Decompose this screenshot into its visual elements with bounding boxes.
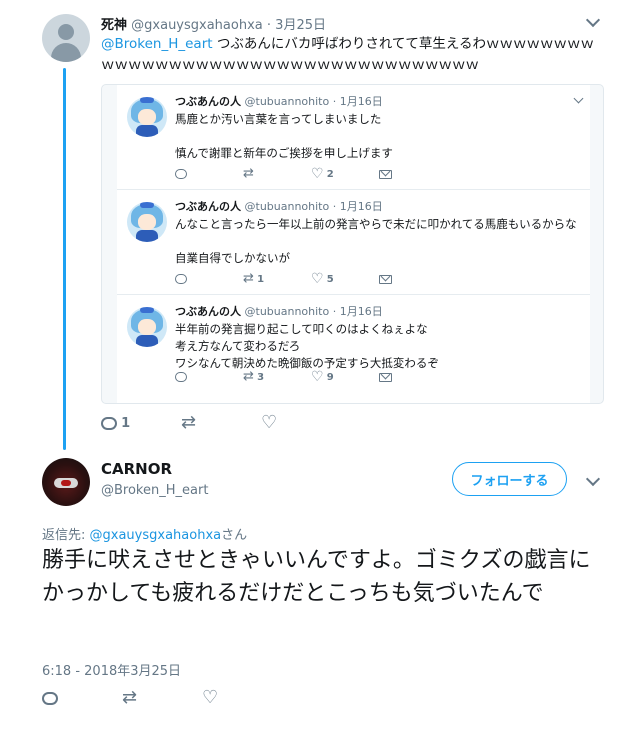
separator-dot: · (266, 18, 272, 33)
quoted-tweet[interactable]: つぶあんの人 @tubuannohito · 1月16日 んなこと言ったら一年以… (117, 190, 590, 295)
like-button[interactable]: ♡ (261, 412, 277, 433)
reply-button[interactable] (42, 691, 58, 706)
like-button[interactable]: ♡ (202, 687, 218, 708)
retweet-icon: ⇄ (243, 166, 254, 181)
retweet-button[interactable]: ⇄ 3 (243, 369, 265, 384)
quoted-tweet[interactable]: つぶあんの人 @tubuannohito · 1月16日 半年前の発言掘り起こし… (117, 295, 590, 403)
display-name[interactable]: CARNOR (101, 460, 172, 478)
like-button[interactable]: ♡ 9 (311, 369, 334, 385)
replying-suffix: さん (221, 528, 248, 543)
envelope-icon (379, 169, 392, 179)
user-handle[interactable]: @tubuannohito (245, 95, 330, 108)
chevron-down-icon[interactable] (585, 12, 601, 28)
user-handle[interactable]: @tubuannohito (245, 200, 330, 213)
heart-icon: ♡ (311, 369, 324, 385)
tweet-header: つぶあんの人 @tubuannohito · 1月16日 (175, 93, 383, 109)
replying-prefix: 返信先: (42, 528, 90, 543)
tweet-text: 馬鹿とか汚い言葉を言ってしまいました 慎んで謝罪と新年のご挨拶を申し上げます (175, 112, 393, 160)
tweet-header: つぶあんの人 @tubuannohito · 1月16日 (175, 198, 383, 214)
user-handle[interactable]: @tubuannohito (245, 305, 330, 318)
tweet-time[interactable]: 1月16日 (340, 305, 383, 318)
thread-connector-line (63, 68, 66, 450)
avatar[interactable] (127, 307, 167, 347)
tweet-time[interactable]: 1月16日 (340, 95, 383, 108)
avatar[interactable] (127, 97, 167, 137)
retweet-icon: ⇄ (122, 687, 138, 708)
avatar[interactable] (127, 202, 167, 242)
retweet-button[interactable]: ⇄ 1 (243, 271, 265, 286)
replying-mention-link[interactable]: @gxauysgxahaohxa (90, 528, 222, 543)
tweet-time[interactable]: 1月16日 (340, 200, 383, 213)
tweet-timestamp[interactable]: 6:18 - 2018年3月25日 (42, 660, 181, 679)
like-button[interactable]: ♡ 2 (311, 166, 334, 182)
envelope-icon (379, 372, 392, 382)
dm-button[interactable] (379, 372, 392, 383)
reply-count: 1 (121, 416, 131, 431)
reply-icon (101, 417, 117, 430)
like-count: 5 (326, 274, 334, 285)
like-count: 2 (326, 169, 334, 180)
follow-button[interactable]: フォローする (452, 462, 567, 496)
tweet-text: @Broken_H_eart つぶあんにバカ呼ばわりされてて草生えるわｗｗｗｗｗ… (101, 34, 601, 76)
tweet-text: 半年前の発言掘り起こして叩くのはよくねぇよな 考え方なんて変わるだろ ワシなんて… (175, 322, 439, 370)
display-name[interactable]: つぶあんの人 (175, 305, 241, 318)
dm-button[interactable] (379, 169, 392, 180)
separator-dot: · (332, 200, 337, 213)
separator-dot: · (332, 305, 337, 318)
retweet-button[interactable]: ⇄ (243, 166, 254, 181)
tweet-header: 死神 @gxauysgxahaohxa · 3月25日 (101, 14, 326, 33)
display-name[interactable]: 死神 (101, 18, 127, 33)
retweet-icon: ⇄ (243, 271, 254, 286)
retweet-count: 1 (257, 274, 265, 285)
retweet-icon: ⇄ (243, 369, 254, 384)
heart-icon: ♡ (311, 166, 324, 182)
default-avatar[interactable] (42, 14, 90, 62)
dm-button[interactable] (379, 274, 392, 285)
tweet-header: つぶあんの人 @tubuannohito · 1月16日 (175, 303, 383, 319)
display-name[interactable]: つぶあんの人 (175, 200, 241, 213)
display-name[interactable]: つぶあんの人 (175, 95, 241, 108)
reply-icon (175, 274, 187, 284)
heart-icon: ♡ (202, 687, 219, 708)
heart-icon: ♡ (311, 271, 324, 287)
reply-button[interactable] (175, 372, 187, 383)
reply-button[interactable] (175, 274, 187, 285)
quoted-thread-card[interactable]: つぶあんの人 @tubuannohito · 1月16日 馬鹿とか汚い言葉を言っ… (101, 84, 604, 404)
reply-button[interactable] (175, 169, 187, 180)
like-button[interactable]: ♡ 5 (311, 271, 334, 287)
reply-icon (175, 169, 187, 179)
retweet-count: 3 (257, 372, 265, 383)
quoted-tweet[interactable]: つぶあんの人 @tubuannohito · 1月16日 馬鹿とか汚い言葉を言っ… (117, 85, 590, 190)
envelope-icon (379, 274, 392, 284)
tweet-text: んなこと言ったら一年以上前の発言やらで未だに叩かれてる馬鹿もいるからな 自業自得… (175, 217, 577, 265)
tweet-time[interactable]: 3月25日 (275, 18, 326, 33)
like-count: 9 (326, 372, 334, 383)
avatar[interactable] (42, 458, 90, 506)
retweet-button[interactable]: ⇄ (122, 687, 137, 708)
reply-icon (175, 372, 187, 382)
chevron-down-icon[interactable] (573, 93, 584, 104)
user-handle[interactable]: @Broken_H_eart (101, 483, 208, 498)
user-handle[interactable]: @gxauysgxahaohxa (131, 18, 263, 33)
reply-icon (42, 692, 58, 705)
heart-icon: ♡ (261, 412, 278, 433)
mention-link[interactable]: @Broken_H_eart (101, 36, 213, 52)
replying-to: 返信先: @gxauysgxahaohxaさん (42, 524, 247, 543)
retweet-button[interactable]: ⇄ (181, 412, 196, 433)
quoted-thread-inner: つぶあんの人 @tubuannohito · 1月16日 馬鹿とか汚い言葉を言っ… (117, 85, 590, 403)
separator-dot: · (332, 95, 337, 108)
tweet-text: 勝手に吠えさせときゃいいんですよ。ゴミクズの戯言にかっかしても疲れるだけだとこっ… (42, 548, 591, 606)
reply-button[interactable]: 1 (101, 416, 130, 431)
retweet-icon: ⇄ (181, 412, 197, 433)
chevron-down-icon[interactable] (585, 471, 601, 487)
